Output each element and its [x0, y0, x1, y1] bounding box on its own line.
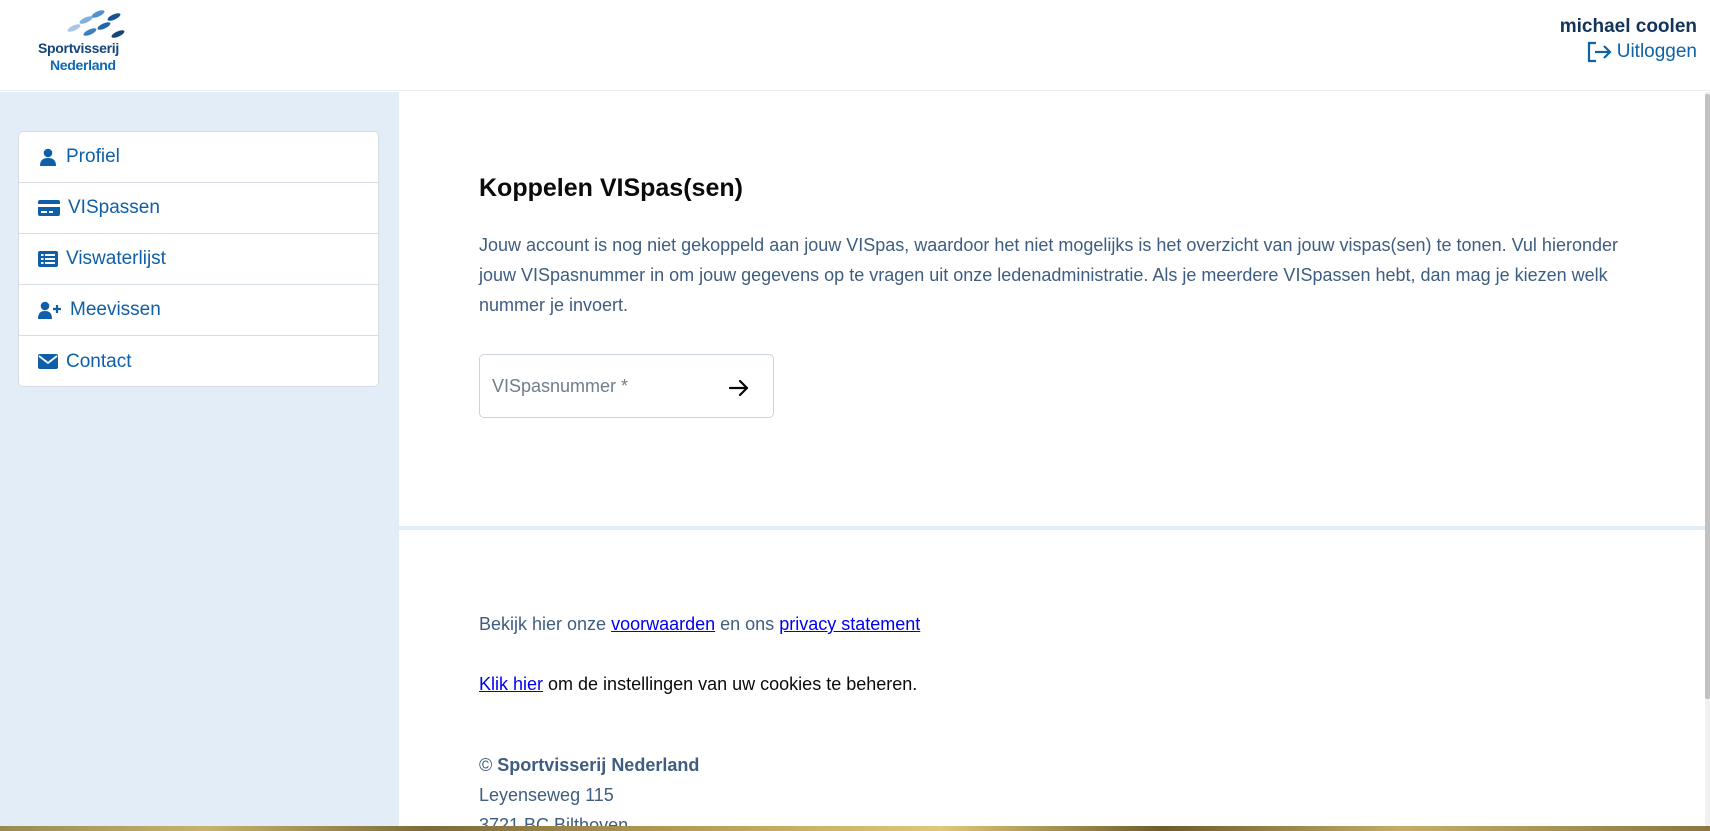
vispasnummer-field[interactable]: VISpasnummer * [479, 354, 774, 418]
logo-text-line2: Nederland [50, 57, 116, 73]
sidebar-menu: Profiel VISpassen Viswaterlijst Meevisse… [18, 131, 379, 387]
address-street: Leyenseweg 115 [479, 785, 614, 805]
user-plus-icon [38, 301, 62, 319]
organization-name: Sportvisserij Nederland [497, 755, 700, 775]
page-title: Koppelen VISpas(sen) [479, 174, 743, 202]
cookie-settings-text: Klik hier om de instellingen van uw cook… [479, 674, 917, 695]
logout-link[interactable]: Uitloggen [1587, 41, 1697, 63]
user-name: michael coolen [1559, 16, 1697, 37]
user-menu: michael coolen Uitloggen [1560, 16, 1697, 68]
cookie-settings-suffix: om de instellingen van uw cookies te beh… [543, 674, 918, 694]
intro-text: Jouw account is nog niet gekoppeld aan j… [479, 235, 1618, 315]
sidebar-item-vispassen[interactable]: VISpassen [19, 183, 378, 234]
sidebar-item-label: Viswaterlijst [66, 248, 166, 269]
terms-prefix: Bekijk hier onze [479, 614, 612, 634]
fish-logo-icon [67, 10, 125, 38]
copyright-block: © Sportvisserij Nederland Leyenseweg 115… [479, 750, 699, 831]
scrollbar-thumb[interactable] [1705, 94, 1710, 699]
sidebar-item-viswaterlijst[interactable]: Viswaterlijst [19, 234, 378, 285]
sidebar-item-label: Contact [66, 350, 132, 372]
copyright-symbol: © [479, 755, 498, 775]
sidebar-item-contact[interactable]: Contact [19, 336, 378, 386]
vispasnummer-input[interactable]: VISpasnummer * [492, 376, 727, 397]
sidebar-item-label: Profiel [66, 146, 120, 167]
logout-icon [1587, 41, 1612, 63]
envelope-icon [38, 353, 58, 371]
privacy-statement-link[interactable]: privacy statement [779, 614, 920, 634]
sidebar-item-label: Meevissen [70, 299, 161, 320]
submit-arrow-icon[interactable] [727, 376, 751, 400]
logo-text-line1: Sportvisserij [38, 40, 119, 56]
sidebar-item-profiel[interactable]: Profiel [19, 132, 378, 183]
sidebar-item-label: VISpassen [68, 197, 160, 218]
terms-middle: en ons [715, 614, 780, 634]
sidebar-item-meevissen[interactable]: Meevissen [19, 285, 378, 336]
site-header: Sportvisserij Nederland michael coolen U… [0, 0, 1710, 91]
credit-card-icon [38, 199, 60, 217]
logout-label: Uitloggen [1616, 41, 1697, 62]
cookie-settings-link[interactable]: Klik hier [479, 674, 543, 694]
list-icon [38, 250, 58, 268]
user-icon [38, 148, 58, 166]
terms-text: Bekijk hier onze voorwaarden en ons priv… [479, 614, 920, 635]
background-photo-strip [0, 826, 1710, 831]
voorwaarden-link[interactable]: voorwaarden [611, 614, 715, 634]
sportvisserij-logo[interactable]: Sportvisserij Nederland [36, 8, 146, 76]
